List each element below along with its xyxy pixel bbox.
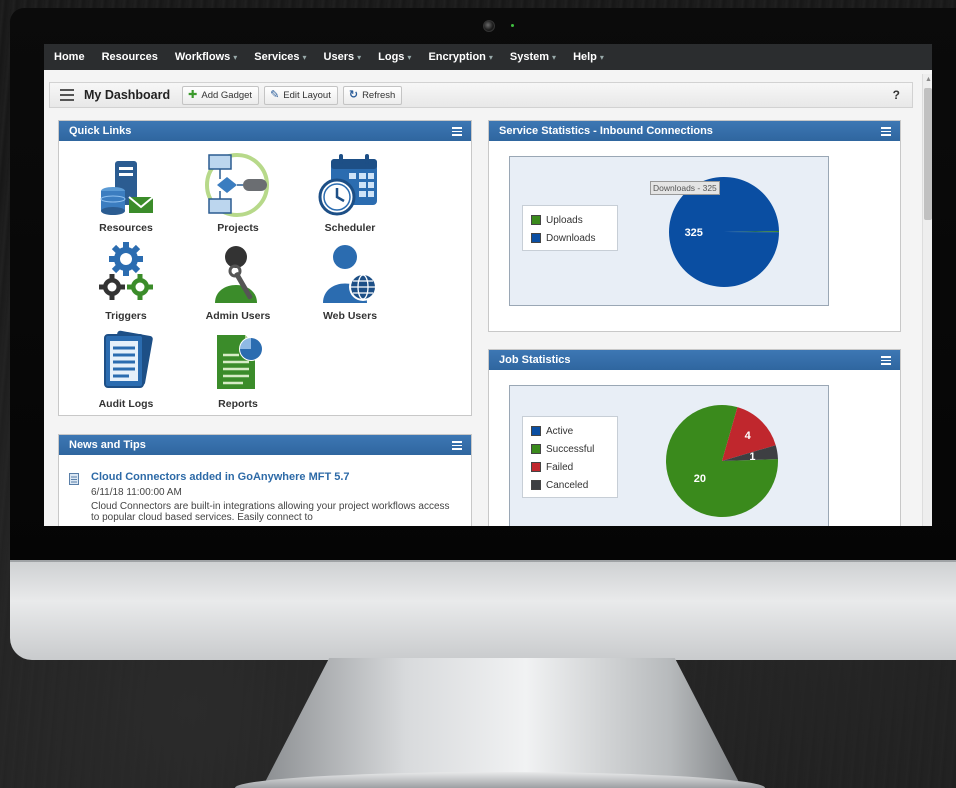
chevron-down-icon: ▾ — [488, 53, 493, 62]
plus-icon: ✚ — [188, 88, 198, 101]
reports-icon — [217, 335, 263, 389]
service-chart-area: Uploads Downloads 325 Downloads - 325 — [509, 156, 829, 306]
refresh-icon: ↻ — [348, 88, 359, 101]
projects-icon — [205, 153, 269, 217]
news-item-body: Cloud Connectors are built-in integratio… — [91, 501, 450, 523]
monitor-chin — [10, 560, 956, 660]
pencil-icon: ✎ — [270, 88, 280, 101]
service-statistics-panel: Service Statistics - Inbound Connections… — [488, 120, 901, 332]
job-pie-chart: 4 1 20 — [666, 405, 778, 517]
top-navigation: Home Resources Workflows ▾ Services ▾ User… — [44, 44, 932, 70]
chevron-down-icon: ▾ — [599, 53, 604, 62]
page-title: My Dashboard — [84, 88, 171, 102]
quick-link-web-users[interactable]: Web Users — [295, 241, 405, 322]
edit-layout-button[interactable]: ✎ Edit Layout — [264, 85, 338, 105]
chevron-down-icon: ▾ — [407, 53, 412, 62]
chart-tooltip: Downloads - 325 — [650, 181, 720, 195]
news-item-date: 6/11/18 11:00:00 AM — [91, 487, 182, 498]
admin-users-icon — [215, 246, 257, 303]
web-users-icon — [323, 245, 377, 303]
nav-home[interactable]: Home — [54, 51, 85, 63]
chevron-down-icon: ▾ — [552, 53, 557, 62]
pie-label-canceled: 1 — [749, 451, 755, 463]
scheduler-icon — [318, 154, 377, 216]
pie-label-successful: 20 — [694, 473, 706, 485]
nav-logs[interactable]: Logs ▾ — [378, 51, 411, 63]
nav-encryption[interactable]: Encryption ▾ — [428, 51, 492, 63]
chevron-down-icon: ▾ — [233, 53, 238, 62]
panel-menu-icon[interactable] — [881, 127, 891, 136]
add-gadget-button[interactable]: ✚ Add Gadget — [182, 85, 260, 105]
job-statistics-panel: Job Statistics Active Successful Failed … — [488, 349, 901, 526]
refresh-button[interactable]: ↻ Refresh — [342, 85, 403, 105]
panel-menu-icon[interactable] — [452, 127, 462, 136]
quick-link-audit-logs[interactable]: Audit Logs — [71, 329, 181, 410]
triggers-icon — [99, 242, 153, 300]
news-item-title[interactable]: Cloud Connectors added in GoAnywhere MFT… — [91, 471, 350, 483]
job-chart-area: Active Successful Failed Canceled 4 1 20 — [509, 385, 829, 526]
nav-system[interactable]: System ▾ — [510, 51, 556, 63]
panel-header: Service Statistics - Inbound Connections — [489, 121, 900, 141]
dashboard-toolbar: My Dashboard ✚ Add Gadget ✎ Edit Layout … — [49, 82, 913, 108]
menu-icon[interactable] — [60, 89, 74, 101]
scroll-thumb[interactable] — [924, 88, 932, 220]
quick-link-triggers[interactable]: Triggers — [71, 241, 181, 322]
nav-help[interactable]: Help ▾ — [573, 51, 604, 63]
quick-links-panel: Quick Links Resources Projects Scheduler… — [58, 120, 472, 416]
scroll-up-icon[interactable]: ▲ — [925, 76, 932, 83]
quick-link-resources[interactable]: Resources — [71, 159, 181, 234]
monitor-stand — [262, 658, 742, 788]
webcam — [483, 20, 495, 32]
panel-header: Job Statistics — [489, 350, 900, 370]
chevron-down-icon: ▾ — [357, 53, 362, 62]
service-pie-chart: 325 — [669, 176, 779, 287]
help-button[interactable]: ? — [893, 88, 900, 102]
resources-icon — [100, 161, 154, 215]
nav-services[interactable]: Services ▾ — [254, 51, 306, 63]
document-icon — [69, 473, 79, 485]
app-screen: Home Resources Workflows ▾ Services ▾ User… — [44, 44, 932, 526]
page-scrollbar[interactable]: ▲ — [922, 74, 932, 526]
pie-label-downloads: 325 — [685, 227, 703, 239]
panel-header: Quick Links — [59, 121, 471, 141]
quick-link-admin-users[interactable]: Admin Users — [183, 241, 293, 322]
nav-resources[interactable]: Resources — [102, 51, 158, 63]
webcam-indicator — [511, 24, 514, 27]
news-panel: News and Tips Cloud Connectors added in … — [58, 434, 472, 526]
quick-link-reports[interactable]: Reports — [183, 329, 293, 410]
pie-label-failed: 4 — [745, 430, 752, 442]
nav-workflows[interactable]: Workflows ▾ — [175, 51, 237, 63]
chevron-down-icon: ▾ — [302, 53, 307, 62]
quick-link-projects[interactable]: Projects — [183, 151, 293, 234]
nav-users[interactable]: Users ▾ — [324, 51, 362, 63]
audit-logs-icon — [104, 330, 153, 388]
panel-header: News and Tips — [59, 435, 471, 455]
panel-menu-icon[interactable] — [881, 356, 891, 365]
quick-link-scheduler[interactable]: Scheduler — [295, 153, 405, 234]
panel-menu-icon[interactable] — [452, 441, 462, 450]
